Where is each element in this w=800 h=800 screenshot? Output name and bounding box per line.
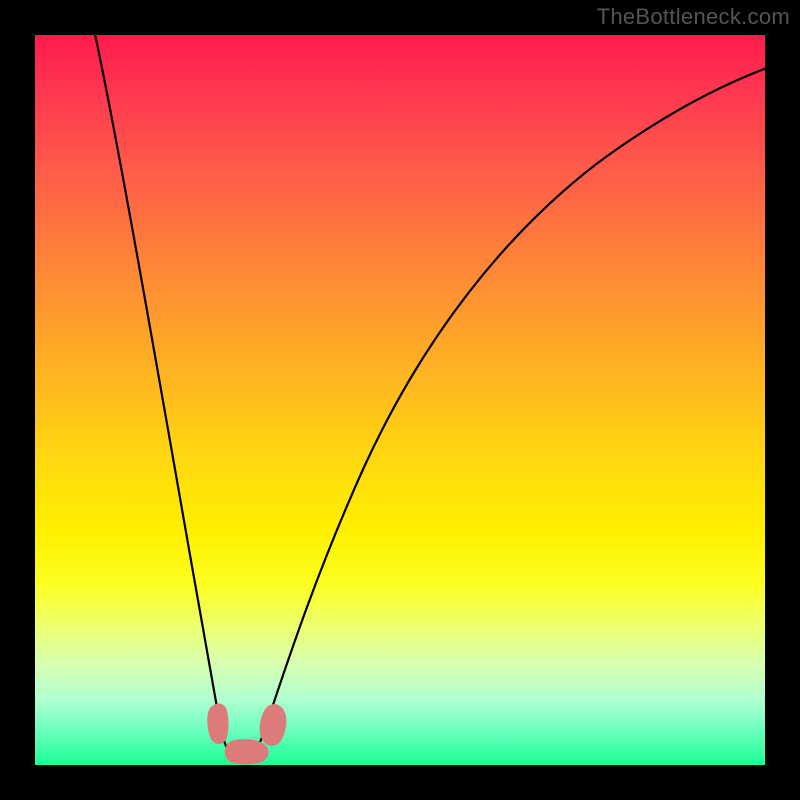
chart-plot-area <box>35 35 765 765</box>
marker-blob-right <box>260 704 287 746</box>
curve-path <box>93 35 765 761</box>
watermark-text: TheBottleneck.com <box>597 4 790 30</box>
bottleneck-curve <box>35 35 765 765</box>
marker-blob-bottom <box>225 739 269 764</box>
marker-blob-left <box>207 704 228 745</box>
